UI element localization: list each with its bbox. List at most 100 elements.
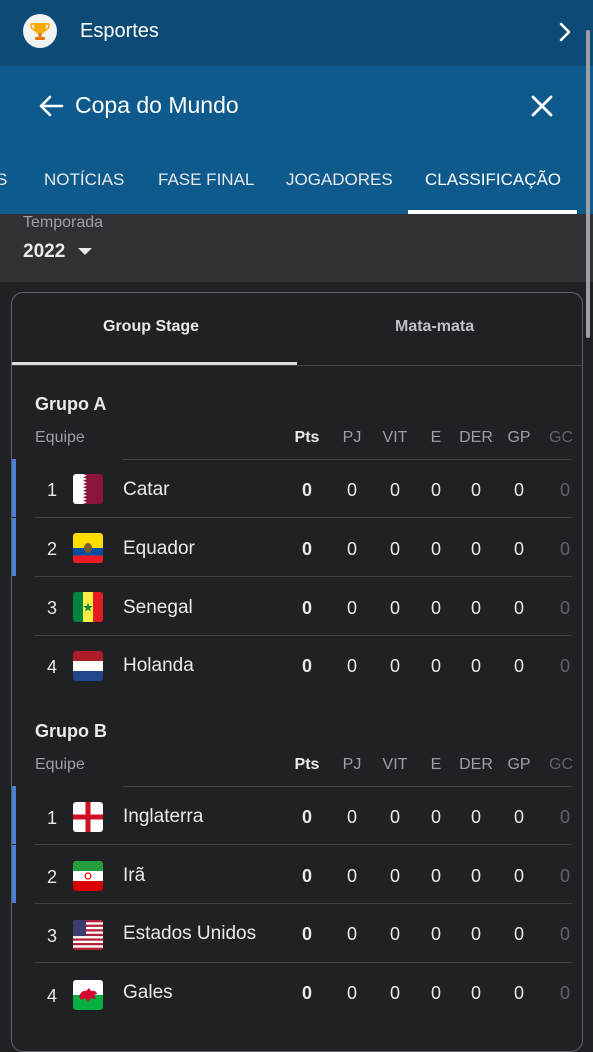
column-header-gc: GC [549,429,573,446]
qualification-marker [12,459,16,517]
stat-pts: 0 [301,656,312,676]
tab-jogadores[interactable]: JOGADORES [286,170,393,190]
team-rank: 3 [46,926,57,946]
stat-der: 0 [470,983,481,1003]
stat-gp: 0 [513,983,524,1003]
close-icon[interactable] [528,92,556,120]
stat-der: 0 [470,924,481,944]
stat-vit: 0 [389,539,400,559]
team-name[interactable]: Estados Unidos [123,923,256,945]
team-rank: 1 [46,808,57,828]
stat-e: 0 [430,924,441,944]
stat-gp: 0 [513,598,524,618]
chevron-right-icon[interactable] [555,21,577,43]
stat-gp: 0 [513,924,524,944]
team-name[interactable]: Inglaterra [123,806,203,828]
team-rank: 3 [46,598,57,618]
team-name[interactable]: Senegal [123,597,193,619]
column-header-gc: GC [549,756,573,773]
stat-e: 0 [430,807,441,827]
team-name[interactable]: Irã [123,865,145,887]
divider [12,365,582,366]
team-rank: 1 [46,480,57,500]
column-header-vit: VIT [382,756,408,773]
senegal-flag [73,592,103,622]
app-bar[interactable]: Esportes [0,0,593,66]
tab-fase-final[interactable]: FASE FINAL [158,170,254,190]
tab-classificacao[interactable]: CLASSIFICAÇÃO [425,170,561,190]
divider [35,903,572,904]
stat-gc: 0 [559,598,570,618]
stat-der: 0 [470,539,481,559]
column-header-gp: GP [507,756,531,773]
season-value[interactable]: 2022 [23,241,65,263]
divider [123,459,572,460]
qualification-marker [12,518,16,576]
tab-noticias[interactable]: NOTÍCIAS [44,170,124,190]
qualification-marker [12,786,16,844]
stat-vit: 0 [389,656,400,676]
iran-flag [73,861,103,891]
column-header-vit: VIT [382,429,408,446]
team-rank: 4 [46,986,57,1006]
wales-flag [73,980,103,1010]
stat-gp: 0 [513,480,524,500]
stat-e: 0 [430,983,441,1003]
team-name[interactable]: Holanda [123,655,194,677]
back-arrow-icon[interactable] [37,92,65,120]
stat-pj: 0 [346,598,357,618]
stat-gc: 0 [559,866,570,886]
stat-e: 0 [430,539,441,559]
stat-pts: 0 [301,480,312,500]
stat-gc: 0 [559,480,570,500]
stat-gp: 0 [513,539,524,559]
stat-pts: 0 [301,983,312,1003]
page-header [0,66,593,214]
stat-pts: 0 [301,866,312,886]
scrollbar[interactable] [586,30,590,338]
stat-e: 0 [430,598,441,618]
tab-partial[interactable]: S [0,170,7,190]
page-title: Copa do Mundo [75,92,239,118]
team-name[interactable]: Catar [123,479,169,501]
stat-der: 0 [470,807,481,827]
column-header-pts: Pts [294,429,320,446]
column-header-pj: PJ [342,429,362,446]
trophy-icon [23,14,57,48]
stat-pj: 0 [346,807,357,827]
stat-e: 0 [430,866,441,886]
stat-vit: 0 [389,598,400,618]
divider [35,635,572,636]
stat-der: 0 [470,480,481,500]
column-header-pj: PJ [342,756,362,773]
column-header-e: E [430,756,442,773]
team-name[interactable]: Equador [123,538,195,560]
team-rank: 2 [46,539,57,559]
app-title: Esportes [80,20,159,42]
divider [35,517,572,518]
stat-e: 0 [430,656,441,676]
subtab-group-stage[interactable]: Group Stage [103,318,199,336]
stat-pts: 0 [301,924,312,944]
divider [35,576,572,577]
stat-gc: 0 [559,807,570,827]
dropdown-caret-icon[interactable] [78,248,92,255]
stat-pts: 0 [301,539,312,559]
divider [35,962,572,963]
qualification-marker [12,845,16,903]
stat-gc: 0 [559,983,570,1003]
column-header-gp: GP [507,429,531,446]
stat-der: 0 [470,598,481,618]
stat-gp: 0 [513,656,524,676]
divider [35,844,572,845]
team-rank: 4 [46,657,57,677]
qatar-flag [73,474,103,504]
stat-pj: 0 [346,539,357,559]
subtab-mata-mata[interactable]: Mata-mata [395,318,474,336]
column-header-team: Equipe [35,429,85,446]
stat-gp: 0 [513,807,524,827]
stat-gc: 0 [559,539,570,559]
stat-der: 0 [470,656,481,676]
team-name[interactable]: Gales [123,982,173,1004]
england-flag [73,802,103,832]
